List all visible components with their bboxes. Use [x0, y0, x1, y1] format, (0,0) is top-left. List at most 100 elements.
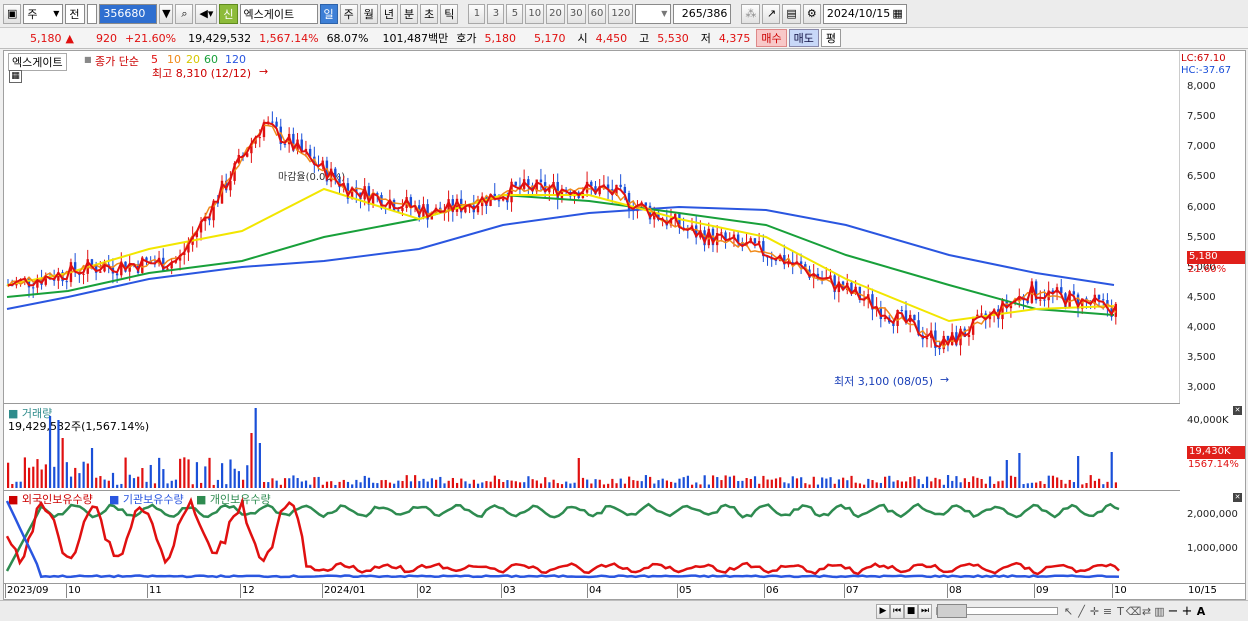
prev-field[interactable]: 전: [65, 3, 86, 24]
volume-bar: [770, 479, 773, 488]
interval-5[interactable]: 5: [506, 3, 524, 24]
bid-price: 5,170: [534, 31, 566, 45]
auto-scale-icon[interactable]: A: [1194, 605, 1208, 618]
custom-interval-select[interactable]: ▼: [635, 3, 672, 24]
x-tick-mark: [764, 584, 765, 598]
forward-icon[interactable]: ⏭: [918, 603, 932, 619]
volume-bar: [275, 480, 278, 488]
volume-bar: [779, 477, 782, 488]
compare-tool-icon[interactable]: ⇄: [1140, 605, 1153, 618]
volume-bar: [246, 465, 249, 488]
volume-last-pct: 1567.14%: [1188, 459, 1239, 470]
zoom-out-icon[interactable]: −: [1166, 604, 1180, 619]
speaker-icon[interactable]: ◀▾: [195, 3, 218, 24]
rewind-icon[interactable]: ⏮: [890, 603, 904, 619]
draw-tool-icon[interactable]: ↖: [1062, 605, 1075, 618]
save-icon[interactable]: ▤: [782, 3, 801, 24]
volume-bar: [439, 476, 442, 488]
stock-name-field[interactable]: 엑스게이트: [239, 3, 318, 24]
interval-3[interactable]: 3: [487, 3, 505, 24]
volume-bar: [1026, 483, 1029, 488]
volume-bar: [649, 476, 652, 488]
close-icon[interactable]: ✕: [1233, 493, 1242, 502]
volume-bar: [422, 478, 425, 488]
scroll-track[interactable]: [936, 604, 1058, 618]
buy-button[interactable]: 매수: [756, 29, 787, 47]
holdings-chart[interactable]: [4, 491, 1180, 583]
flat-button[interactable]: 평: [820, 29, 841, 47]
zoom-in-icon[interactable]: +: [1180, 604, 1194, 619]
volume-bar: [900, 481, 903, 488]
scroll-thumb[interactable]: [937, 604, 967, 618]
date-field[interactable]: 2024/10/15 ▦: [822, 3, 907, 24]
volume-bar: [875, 482, 878, 488]
chart-area[interactable]: 엑스게이트 ■ 종가 단순 5 10 20 60 120 ▦ 최고 8,310 …: [3, 50, 1246, 600]
volume-bar: [208, 457, 211, 488]
period-tab-week[interactable]: 주: [339, 3, 358, 24]
period-tab-minute[interactable]: 분: [400, 3, 419, 24]
volume-bar: [753, 476, 757, 488]
period-tab-tick[interactable]: 틱: [440, 3, 459, 24]
count-current: 265: [681, 7, 703, 20]
volume-bar: [430, 478, 434, 488]
volume-bar: [904, 481, 908, 488]
volume-bar: [53, 466, 56, 488]
volume-bar: [1068, 479, 1071, 488]
price-chart[interactable]: [4, 51, 1180, 403]
sell-button[interactable]: 매도: [788, 29, 819, 47]
volume-bar: [388, 482, 392, 488]
volume-bar: [997, 481, 1000, 488]
volume-bar: [590, 483, 593, 488]
window-icon[interactable]: ▣: [3, 3, 22, 24]
x-tick-label: 2024/01: [324, 585, 366, 596]
search-icon[interactable]: ⌕: [175, 3, 194, 24]
interval-10[interactable]: 10: [525, 3, 545, 24]
volume-chart[interactable]: [4, 404, 1180, 490]
interval-1[interactable]: 1: [468, 3, 486, 24]
volume-bar: [107, 480, 110, 488]
volume-bar: [296, 478, 299, 488]
volume-bar: [506, 480, 509, 488]
interval-30[interactable]: 30: [566, 3, 586, 24]
chart-tool-icon[interactable]: ▥: [1153, 605, 1166, 618]
volume-bar: [1114, 482, 1118, 488]
code-dropdown-icon[interactable]: ▼: [159, 3, 174, 24]
cross-tool-icon[interactable]: ✛: [1088, 605, 1101, 618]
volume-bar: [560, 484, 564, 488]
volume-bar: [90, 448, 94, 488]
volume-bar: [678, 478, 681, 488]
fib-tool-icon[interactable]: ≡: [1101, 605, 1114, 618]
period-tab-year[interactable]: 년: [379, 3, 399, 24]
interval-120[interactable]: 120: [608, 3, 634, 24]
volume-bar: [132, 478, 136, 488]
volume-bar: [141, 468, 144, 488]
separator: [87, 3, 98, 24]
close-icon[interactable]: ✕: [1233, 406, 1242, 415]
period-tab-month[interactable]: 월: [359, 3, 378, 24]
grid-icon[interactable]: ⁂: [741, 3, 761, 24]
volume-bar: [976, 477, 979, 488]
volume-bar: [615, 483, 618, 488]
count-field[interactable]: 265 /386: [673, 3, 732, 24]
low-price: 4,375: [718, 31, 751, 45]
stop-icon[interactable]: ■: [904, 603, 918, 619]
period-tab-day[interactable]: 일: [319, 3, 338, 24]
erase-tool-icon[interactable]: ⌫: [1126, 605, 1142, 618]
volume-bar: [972, 476, 975, 488]
interval-60[interactable]: 60: [587, 3, 607, 24]
volume-last-badge: 19,430K: [1187, 446, 1245, 459]
candle-body: [967, 334, 971, 338]
volume-bar: [1051, 475, 1055, 488]
volume-bar: [695, 482, 698, 488]
period-tab-second[interactable]: 초: [420, 3, 439, 24]
volume-bar: [1030, 482, 1034, 488]
interval-20[interactable]: 20: [546, 3, 565, 24]
volume-bar: [116, 484, 119, 488]
calendar-icon[interactable]: ▦: [892, 7, 902, 20]
play-icon[interactable]: ▶: [876, 603, 890, 619]
stock-code-input[interactable]: 356680: [99, 3, 158, 24]
market-select[interactable]: 주 ▼: [23, 3, 64, 24]
draw-icon[interactable]: ↗: [762, 3, 781, 24]
gear-icon[interactable]: ⚙: [802, 3, 821, 24]
line-tool-icon[interactable]: ╱: [1075, 605, 1088, 618]
